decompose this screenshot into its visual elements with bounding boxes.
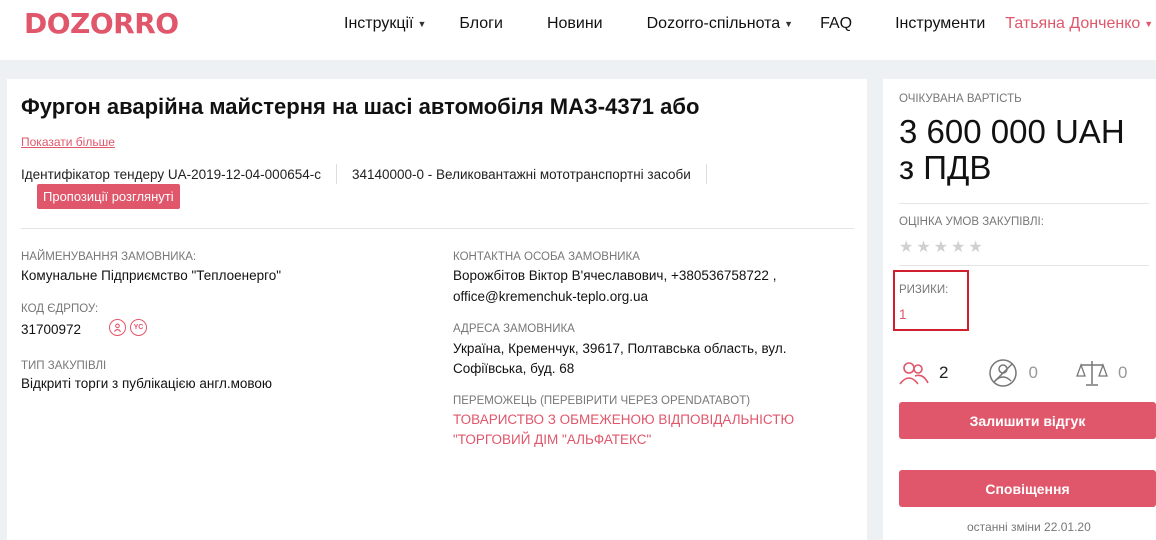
edrpou-value: 31700972 xyxy=(21,322,82,337)
user-name: Татьяна Донченко xyxy=(1005,15,1141,32)
address-line-2: Софіївська, буд. 68 xyxy=(453,361,575,376)
stat-complaints[interactable]: 0 xyxy=(1076,359,1127,387)
procurement-type-label: ТИП ЗАКУПІВЛІ xyxy=(21,360,107,372)
dozorro-logo[interactable]: DOZORRO xyxy=(24,6,179,40)
tender-stats: 2 0 0 xyxy=(899,358,1127,388)
address-line-1: Україна, Кременчук, 39617, Полтавська об… xyxy=(453,341,787,356)
nav-item-instructions[interactable]: Інструкції ▼ xyxy=(344,15,426,33)
person-icon[interactable] xyxy=(109,319,126,336)
contact-email[interactable]: office@kremenchuk-teplo.org.ua xyxy=(453,286,648,307)
star-icon[interactable]: ★ xyxy=(934,237,948,257)
meta-divider xyxy=(335,164,337,184)
expected-value: 3 600 000 UAH з ПДВ xyxy=(899,114,1125,186)
procurement-type: Відкриті торги з публікацією англ.мовою xyxy=(21,376,273,391)
site-header: DOZORRO Інструкції ▼ Блоги Новини Dozorr… xyxy=(0,0,1156,60)
tender-sidebar: ОЧІКУВАНА ВАРТІСТЬ 3 600 000 UAH з ПДВ О… xyxy=(883,79,1156,540)
chevron-down-icon: ▼ xyxy=(417,19,427,29)
nav-item-news[interactable]: Новини xyxy=(547,15,603,33)
nav-item-faq[interactable]: FAQ xyxy=(820,15,852,33)
customer-name: Комунальне Підприємство "Теплоенерго" xyxy=(21,268,282,283)
nav-label: Dozorro-спільнота xyxy=(646,15,781,32)
customer-name-label: НАЙМЕНУВАННЯ ЗАМОВНИКА: xyxy=(21,251,197,263)
notifications-button[interactable]: Сповіщення xyxy=(899,470,1156,507)
winner-line-1[interactable]: ТОВАРИСТВО З ОБМЕЖЕНОЮ ВІДПОВІДАЛЬНІСТЮ xyxy=(453,409,794,430)
nav-label: FAQ xyxy=(820,15,853,32)
scales-icon xyxy=(1076,361,1108,386)
stat-value: 2 xyxy=(939,363,949,382)
expected-value-vat: з ПДВ xyxy=(899,149,992,186)
rating-stars[interactable]: ★ ★ ★ ★ ★ xyxy=(899,237,983,257)
section-divider xyxy=(21,228,854,229)
contact-label: КОНТАКТНА ОСОБА ЗАМОВНИКА xyxy=(453,251,640,263)
sidebar-divider xyxy=(899,265,1149,266)
main-nav: Інструкції ▼ Блоги Новини Dozorro-спільн… xyxy=(344,15,1153,33)
last-change: останні зміни 22.01.20 xyxy=(967,520,1091,534)
chevron-down-icon: ▼ xyxy=(1144,19,1154,29)
tender-cpv: 34140000-0 - Великовантажні мототранспор… xyxy=(351,166,691,182)
stat-value: 0 xyxy=(1117,363,1128,382)
user-menu[interactable]: Татьяна Донченко ▼ xyxy=(1005,15,1153,33)
leave-feedback-button[interactable]: Залишити відгук xyxy=(899,402,1156,439)
tender-meta: Ідентифікатор тендеру UA-2019-12-04-0006… xyxy=(21,164,722,184)
meta-divider xyxy=(705,164,707,184)
edrpou-label: КОД ЄДРПОУ: xyxy=(21,303,99,315)
chevron-down-icon: ▼ xyxy=(784,19,794,29)
show-more-link[interactable]: Показати більше xyxy=(21,135,115,149)
nav-item-blogs[interactable]: Блоги xyxy=(459,15,503,33)
stat-value: 0 xyxy=(1028,363,1038,382)
star-icon[interactable]: ★ xyxy=(899,237,913,257)
stat-disqualified[interactable]: 0 xyxy=(988,358,1038,388)
yc-icon[interactable]: YC xyxy=(130,319,147,336)
address-label: АДРЕСА ЗАМОВНИКА xyxy=(453,323,575,335)
tender-card: Фургон аварійна майстерня на шасі автомо… xyxy=(7,79,867,540)
nav-item-tools[interactable]: Інструменти xyxy=(895,15,985,33)
sidebar-divider xyxy=(899,203,1149,204)
expected-value-amount: 3 600 000 UAH xyxy=(899,113,1125,150)
nav-label: Інструкції xyxy=(344,15,414,32)
star-icon[interactable]: ★ xyxy=(916,237,930,257)
nav-item-community[interactable]: Dozorro-спільнота ▼ xyxy=(647,15,793,33)
expected-value-label: ОЧІКУВАНА ВАРТІСТЬ xyxy=(899,93,1022,105)
risks-label: РИЗИКИ: xyxy=(899,284,949,296)
nav-label: Новини xyxy=(546,15,603,32)
winner-line-2[interactable]: "ТОРГОВИЙ ДІМ "АЛЬФАТЕКС" xyxy=(453,429,651,450)
nav-label: Блоги xyxy=(459,15,503,32)
contact-line-1: Ворожбітов Віктор В'ячеславович, +380536… xyxy=(453,268,777,283)
star-icon[interactable]: ★ xyxy=(951,237,965,257)
no-user-icon xyxy=(989,359,1018,387)
risks-value[interactable]: 1 xyxy=(899,304,907,325)
users-icon xyxy=(899,362,929,385)
rating-label: ОЦІНКА УМОВ ЗАКУПІВЛІ: xyxy=(899,216,1044,228)
edrpou-icons: YC xyxy=(109,319,147,336)
nav-label: Інструменти xyxy=(895,15,986,32)
stat-participants[interactable]: 2 xyxy=(899,360,948,386)
star-icon[interactable]: ★ xyxy=(968,237,982,257)
winner-label: ПЕРЕМОЖЕЦЬ (ПЕРЕВІРИТИ ЧЕРЕЗ OPENDATABOT… xyxy=(453,395,751,407)
tender-identifier: Ідентифікатор тендеру UA-2019-12-04-0006… xyxy=(21,166,321,182)
tender-title: Фургон аварійна майстерня на шасі автомо… xyxy=(21,94,700,119)
status-badge: Пропозиції розглянуті xyxy=(37,184,180,209)
